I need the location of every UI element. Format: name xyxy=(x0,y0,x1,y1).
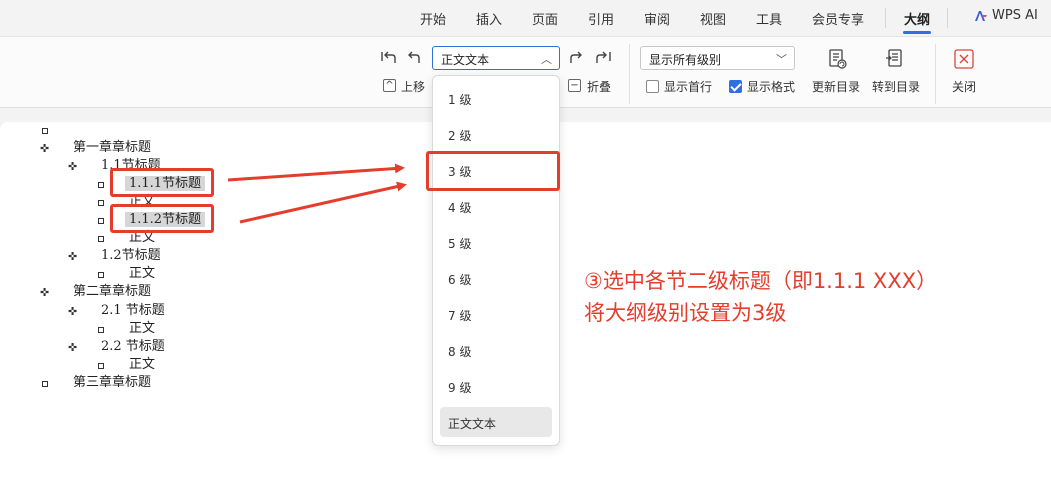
show-format-checkbox[interactable] xyxy=(729,80,742,93)
show-levels-select[interactable]: 显示所有级别 ﹀ xyxy=(640,46,795,70)
menu-tools[interactable]: 工具 xyxy=(756,9,782,28)
outline-bullet xyxy=(98,363,104,369)
wps-ai-icon xyxy=(975,10,987,21)
outline-bullet xyxy=(98,272,104,278)
outline-item[interactable]: 第三章章标题 xyxy=(73,375,151,391)
empty-paragraph-bullet xyxy=(42,128,48,134)
level-option-9[interactable]: 9 级 xyxy=(448,379,471,396)
show-levels-value: 显示所有级别 xyxy=(649,53,722,67)
ribbon-separator xyxy=(935,44,936,104)
level-option-7[interactable]: 7 级 xyxy=(448,307,471,324)
promote-icon[interactable] xyxy=(405,49,423,67)
demote-icon[interactable] xyxy=(568,49,586,67)
promote-to-heading1-icon[interactable] xyxy=(380,49,398,67)
goto-toc-button[interactable]: 转到目录 xyxy=(872,78,920,95)
menu-review[interactable]: 审阅 xyxy=(644,9,670,28)
menu-view[interactable]: 视图 xyxy=(700,9,726,28)
chevron-down-icon: ﹀ xyxy=(776,53,787,66)
chevron-up-icon: ︿ xyxy=(541,53,552,66)
goto-toc-icon[interactable] xyxy=(884,48,906,70)
outline-level-value: 正文文本 xyxy=(441,53,490,67)
expand-plus-icon[interactable]: ✜ xyxy=(68,306,77,317)
outline-bullet xyxy=(98,182,104,188)
outline-item[interactable]: 2.2 节标题 xyxy=(101,339,165,355)
level-option-body[interactable]: 正文文本 xyxy=(448,415,496,432)
expand-plus-icon[interactable]: ✜ xyxy=(68,251,77,262)
expand-plus-icon[interactable]: ✜ xyxy=(40,143,49,154)
annotation-line-2: 将大纲级别设置为3级 xyxy=(584,301,787,325)
outline-bullet xyxy=(98,218,104,224)
menu-start[interactable]: 开始 xyxy=(420,9,446,28)
annotation-line-1: ③选中各节二级标题（即1.1.1 XXX） xyxy=(584,269,938,293)
annotation-text: ③选中各节二级标题（即1.1.1 XXX） 将大纲级别设置为3级 xyxy=(584,265,937,329)
wps-ai-label: WPS AI xyxy=(992,8,1038,23)
outline-item[interactable]: 正文 xyxy=(129,266,155,282)
level-option-2[interactable]: 2 级 xyxy=(448,127,471,144)
outline-item[interactable]: 正文 xyxy=(129,321,155,337)
ribbon-separator xyxy=(629,44,630,104)
show-first-line-checkbox[interactable] xyxy=(646,80,659,93)
outline-bullet xyxy=(98,200,104,206)
menu-separator xyxy=(947,8,948,28)
show-first-line-label: 显示首行 xyxy=(664,80,713,94)
outline-item[interactable]: 正文 xyxy=(129,357,155,373)
collapse-button[interactable]: 折叠 xyxy=(587,78,611,95)
level-option-8[interactable]: 8 级 xyxy=(448,343,471,360)
outline-item[interactable]: 第一章章标题 xyxy=(73,140,151,156)
menu-outline[interactable]: 大纲 xyxy=(904,9,930,28)
expand-plus-icon[interactable]: ✜ xyxy=(68,161,77,172)
highlight-box-level-3 xyxy=(426,151,560,191)
expand-plus-icon[interactable]: ✜ xyxy=(40,287,49,298)
outline-item[interactable]: 1.2节标题 xyxy=(101,248,161,264)
menu-page[interactable]: 页面 xyxy=(532,9,558,28)
demote-to-body-icon[interactable] xyxy=(594,49,612,67)
outline-level-select[interactable]: 正文文本 ︿ xyxy=(432,46,560,70)
outline-bullet xyxy=(98,236,104,242)
expand-plus-icon[interactable]: ✜ xyxy=(68,342,77,353)
update-toc-button[interactable]: 更新目录 xyxy=(812,78,860,95)
menu-reference[interactable]: 引用 xyxy=(588,9,614,28)
menu-insert[interactable]: 插入 xyxy=(476,9,502,28)
close-outline-button[interactable]: 关闭 xyxy=(952,78,976,95)
collapse-minus-icon: − xyxy=(568,79,581,92)
highlight-box xyxy=(110,168,214,197)
level-option-5[interactable]: 5 级 xyxy=(448,235,471,252)
update-toc-icon[interactable] xyxy=(826,48,848,70)
move-up-button[interactable]: 上移 xyxy=(401,78,425,95)
outline-bullet xyxy=(98,327,104,333)
expand-plus-icon: ^ xyxy=(383,79,396,92)
highlight-box xyxy=(110,204,214,233)
outline-bullet xyxy=(42,381,48,387)
menu-bar: 开始 插入 页面 引用 审阅 视图 工具 会员专享 大纲 WPS AI xyxy=(0,0,1051,36)
outline-item[interactable]: 2.1 节标题 xyxy=(101,303,165,319)
level-option-4[interactable]: 4 级 xyxy=(448,199,471,216)
level-option-1[interactable]: 1 级 xyxy=(448,91,471,108)
level-option-6[interactable]: 6 级 xyxy=(448,271,471,288)
wps-ai-button[interactable]: WPS AI xyxy=(974,8,1038,23)
show-format-label: 显示格式 xyxy=(747,80,796,94)
menu-separator xyxy=(885,8,886,28)
close-outline-icon[interactable] xyxy=(953,48,975,70)
outline-level-dropdown: 1 级 2 级 3 级 4 级 5 级 6 级 7 级 8 级 9 级 正文文本 xyxy=(432,75,560,446)
outline-item[interactable]: 第二章章标题 xyxy=(73,284,151,300)
active-tab-indicator xyxy=(903,31,931,34)
menu-member[interactable]: 会员专享 xyxy=(812,9,864,28)
